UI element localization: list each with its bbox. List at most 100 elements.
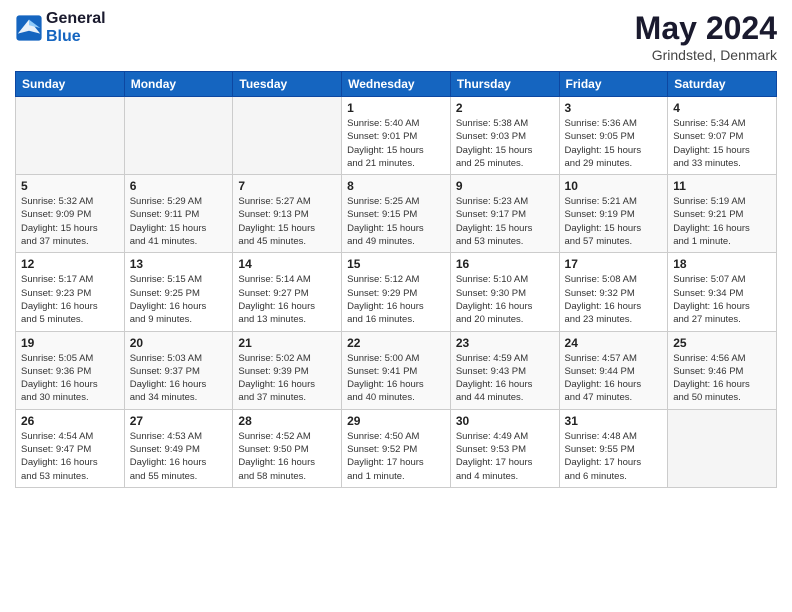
logo-text: General Blue — [46, 10, 106, 47]
day-info: Sunrise: 4:50 AM Sunset: 9:52 PM Dayligh… — [347, 430, 445, 483]
day-info: Sunrise: 5:02 AM Sunset: 9:39 PM Dayligh… — [238, 352, 336, 405]
calendar-cell: 12Sunrise: 5:17 AM Sunset: 9:23 PM Dayli… — [16, 253, 125, 331]
day-number: 2 — [456, 101, 554, 115]
day-info: Sunrise: 4:56 AM Sunset: 9:46 PM Dayligh… — [673, 352, 771, 405]
calendar-cell — [16, 97, 125, 175]
day-number: 22 — [347, 336, 445, 350]
day-info: Sunrise: 5:27 AM Sunset: 9:13 PM Dayligh… — [238, 195, 336, 248]
calendar-cell: 1Sunrise: 5:40 AM Sunset: 9:01 PM Daylig… — [342, 97, 451, 175]
calendar-cell: 30 Sunrise: 4:49 AM Sunset: 9:53 PM Dayli… — [450, 409, 559, 487]
day-number: 31 — [565, 414, 663, 428]
day-info: Sunrise: 5:17 AM Sunset: 9:23 PM Dayligh… — [21, 273, 119, 326]
calendar-cell: 18 Sunrise: 5:07 AM Sunset: 9:34 PM Dayli… — [668, 253, 777, 331]
day-number: 24 — [565, 336, 663, 350]
month-title: May 2024 — [635, 10, 777, 47]
day-info: Sunrise: 5:12 AM Sunset: 9:29 PM Dayligh… — [347, 273, 445, 326]
calendar-cell: 22 Sunrise: 5:00 AM Sunset: 9:41 PM Dayli… — [342, 331, 451, 409]
day-number: 14 — [238, 257, 336, 271]
day-number: 18 — [673, 257, 771, 271]
weekday-header-wednesday: Wednesday — [342, 72, 451, 97]
day-number: 5 — [21, 179, 119, 193]
calendar-cell: 9 Sunrise: 5:23 AM Sunset: 9:17 PM Daylig… — [450, 175, 559, 253]
calendar-cell: 17 Sunrise: 5:08 AM Sunset: 9:32 PM Dayli… — [559, 253, 668, 331]
week-row-3: 12Sunrise: 5:17 AM Sunset: 9:23 PM Dayli… — [16, 253, 777, 331]
header: General Blue May 2024 Grindsted, Denmark — [15, 10, 777, 63]
day-number: 29 — [347, 414, 445, 428]
day-number: 19 — [21, 336, 119, 350]
calendar-cell: 23 Sunrise: 4:59 AM Sunset: 9:43 PM Dayli… — [450, 331, 559, 409]
calendar-cell: 8 Sunrise: 5:25 AM Sunset: 9:15 PM Daylig… — [342, 175, 451, 253]
day-info: Sunrise: 5:08 AM Sunset: 9:32 PM Dayligh… — [565, 273, 663, 326]
weekday-header-saturday: Saturday — [668, 72, 777, 97]
day-info: Sunrise: 5:23 AM Sunset: 9:17 PM Dayligh… — [456, 195, 554, 248]
calendar-cell: 20 Sunrise: 5:03 AM Sunset: 9:37 PM Dayli… — [124, 331, 233, 409]
week-row-4: 19 Sunrise: 5:05 AM Sunset: 9:36 PM Dayli… — [16, 331, 777, 409]
calendar-cell: 10 Sunrise: 5:21 AM Sunset: 9:19 PM Dayli… — [559, 175, 668, 253]
title-block: May 2024 Grindsted, Denmark — [635, 10, 777, 63]
day-info: Sunrise: 5:34 AM Sunset: 9:07 PM Dayligh… — [673, 117, 771, 170]
day-info: Sunrise: 5:00 AM Sunset: 9:41 PM Dayligh… — [347, 352, 445, 405]
day-info: Sunrise: 5:19 AM Sunset: 9:21 PM Dayligh… — [673, 195, 771, 248]
day-info: Sunrise: 5:25 AM Sunset: 9:15 PM Dayligh… — [347, 195, 445, 248]
logo: General Blue — [15, 10, 106, 47]
calendar-cell: 13Sunrise: 5:15 AM Sunset: 9:25 PM Dayli… — [124, 253, 233, 331]
day-info: Sunrise: 5:29 AM Sunset: 9:11 PM Dayligh… — [130, 195, 228, 248]
day-info: Sunrise: 5:03 AM Sunset: 9:37 PM Dayligh… — [130, 352, 228, 405]
calendar-cell: 25 Sunrise: 4:56 AM Sunset: 9:46 PM Dayli… — [668, 331, 777, 409]
day-number: 9 — [456, 179, 554, 193]
day-number: 6 — [130, 179, 228, 193]
day-info: Sunrise: 4:57 AM Sunset: 9:44 PM Dayligh… — [565, 352, 663, 405]
weekday-header-tuesday: Tuesday — [233, 72, 342, 97]
calendar-cell: 3Sunrise: 5:36 AM Sunset: 9:05 PM Daylig… — [559, 97, 668, 175]
calendar-cell — [124, 97, 233, 175]
day-info: Sunrise: 5:05 AM Sunset: 9:36 PM Dayligh… — [21, 352, 119, 405]
day-info: Sunrise: 4:52 AM Sunset: 9:50 PM Dayligh… — [238, 430, 336, 483]
calendar-cell: 31 Sunrise: 4:48 AM Sunset: 9:55 PM Dayli… — [559, 409, 668, 487]
calendar-cell: 21 Sunrise: 5:02 AM Sunset: 9:39 PM Dayli… — [233, 331, 342, 409]
calendar-cell: 19 Sunrise: 5:05 AM Sunset: 9:36 PM Dayli… — [16, 331, 125, 409]
day-number: 8 — [347, 179, 445, 193]
calendar-cell: 11 Sunrise: 5:19 AM Sunset: 9:21 PM Dayli… — [668, 175, 777, 253]
calendar-page: General Blue May 2024 Grindsted, Denmark… — [0, 0, 792, 612]
day-number: 23 — [456, 336, 554, 350]
day-number: 17 — [565, 257, 663, 271]
day-info: Sunrise: 4:59 AM Sunset: 9:43 PM Dayligh… — [456, 352, 554, 405]
day-info: Sunrise: 5:38 AM Sunset: 9:03 PM Dayligh… — [456, 117, 554, 170]
day-number: 30 — [456, 414, 554, 428]
day-number: 7 — [238, 179, 336, 193]
calendar-cell: 2 Sunrise: 5:38 AM Sunset: 9:03 PM Daylig… — [450, 97, 559, 175]
calendar-cell: 26 Sunrise: 4:54 AM Sunset: 9:47 PM Dayli… — [16, 409, 125, 487]
weekday-header-monday: Monday — [124, 72, 233, 97]
day-number: 25 — [673, 336, 771, 350]
calendar-cell: 16Sunrise: 5:10 AM Sunset: 9:30 PM Dayli… — [450, 253, 559, 331]
calendar-cell: 6 Sunrise: 5:29 AM Sunset: 9:11 PM Daylig… — [124, 175, 233, 253]
weekday-header-sunday: Sunday — [16, 72, 125, 97]
day-info: Sunrise: 5:10 AM Sunset: 9:30 PM Dayligh… — [456, 273, 554, 326]
day-number: 1 — [347, 101, 445, 115]
calendar-cell: 29 Sunrise: 4:50 AM Sunset: 9:52 PM Dayli… — [342, 409, 451, 487]
day-info: Sunrise: 4:53 AM Sunset: 9:49 PM Dayligh… — [130, 430, 228, 483]
day-info: Sunrise: 4:54 AM Sunset: 9:47 PM Dayligh… — [21, 430, 119, 483]
day-number: 20 — [130, 336, 228, 350]
day-number: 11 — [673, 179, 771, 193]
day-info: Sunrise: 5:14 AM Sunset: 9:27 PM Dayligh… — [238, 273, 336, 326]
week-row-5: 26 Sunrise: 4:54 AM Sunset: 9:47 PM Dayli… — [16, 409, 777, 487]
weekday-header-row: SundayMondayTuesdayWednesdayThursdayFrid… — [16, 72, 777, 97]
day-number: 4 — [673, 101, 771, 115]
calendar-cell: 15 Sunrise: 5:12 AM Sunset: 9:29 PM Dayli… — [342, 253, 451, 331]
calendar-cell: 28 Sunrise: 4:52 AM Sunset: 9:50 PM Dayli… — [233, 409, 342, 487]
day-number: 10 — [565, 179, 663, 193]
day-number: 21 — [238, 336, 336, 350]
calendar-cell: 24 Sunrise: 4:57 AM Sunset: 9:44 PM Dayli… — [559, 331, 668, 409]
day-info: Sunrise: 5:07 AM Sunset: 9:34 PM Dayligh… — [673, 273, 771, 326]
day-info: Sunrise: 4:49 AM Sunset: 9:53 PM Dayligh… — [456, 430, 554, 483]
day-number: 26 — [21, 414, 119, 428]
day-number: 15 — [347, 257, 445, 271]
calendar-cell: 4 Sunrise: 5:34 AM Sunset: 9:07 PM Daylig… — [668, 97, 777, 175]
calendar-cell: 14 Sunrise: 5:14 AM Sunset: 9:27 PM Dayli… — [233, 253, 342, 331]
day-info: Sunrise: 4:48 AM Sunset: 9:55 PM Dayligh… — [565, 430, 663, 483]
calendar-cell: 5Sunrise: 5:32 AM Sunset: 9:09 PM Daylig… — [16, 175, 125, 253]
location: Grindsted, Denmark — [635, 47, 777, 63]
day-number: 28 — [238, 414, 336, 428]
day-info: Sunrise: 5:21 AM Sunset: 9:19 PM Dayligh… — [565, 195, 663, 248]
